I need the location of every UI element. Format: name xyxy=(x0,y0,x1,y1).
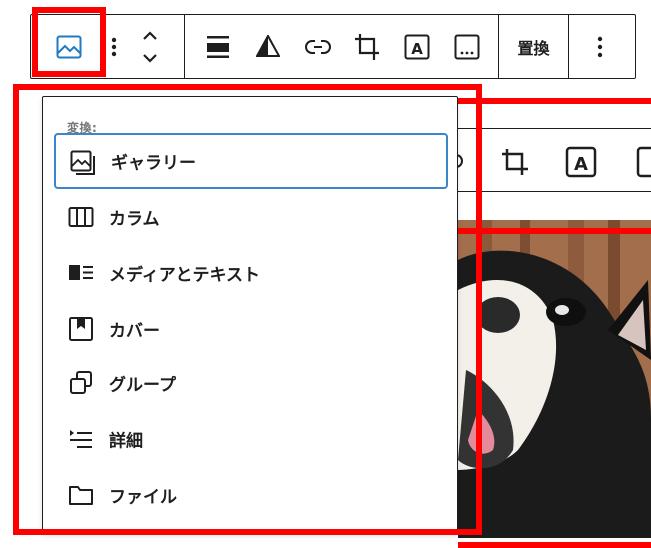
more-options-icon[interactable] xyxy=(597,35,603,63)
crop-icon[interactable] xyxy=(354,33,380,65)
text-overlay-icon[interactable]: A xyxy=(565,146,597,182)
highlight-frame-block-icon xyxy=(32,7,106,77)
secondary-toolbar: A xyxy=(450,128,651,192)
highlight-frame-image xyxy=(458,228,651,548)
svg-text:A: A xyxy=(574,154,588,175)
crop-icon[interactable] xyxy=(500,147,530,181)
move-up-down-icon[interactable] xyxy=(141,29,159,69)
replace-button[interactable]: 置換 xyxy=(499,15,568,78)
text-overlay-icon[interactable]: A xyxy=(404,34,430,64)
duotone-icon[interactable] xyxy=(255,33,281,61)
block-toolbar: A 置換 xyxy=(30,14,636,79)
alt-text-icon[interactable] xyxy=(454,34,480,64)
svg-text:A: A xyxy=(411,40,423,58)
highlight-frame-toolbar-bg xyxy=(458,98,651,110)
drag-handle-icon[interactable] xyxy=(111,35,117,63)
alt-text-icon[interactable] xyxy=(636,146,651,182)
align-icon[interactable] xyxy=(207,35,229,63)
replace-button-label: 置換 xyxy=(517,38,550,58)
link-icon[interactable] xyxy=(305,37,331,61)
highlight-frame-dropdown xyxy=(13,84,482,535)
